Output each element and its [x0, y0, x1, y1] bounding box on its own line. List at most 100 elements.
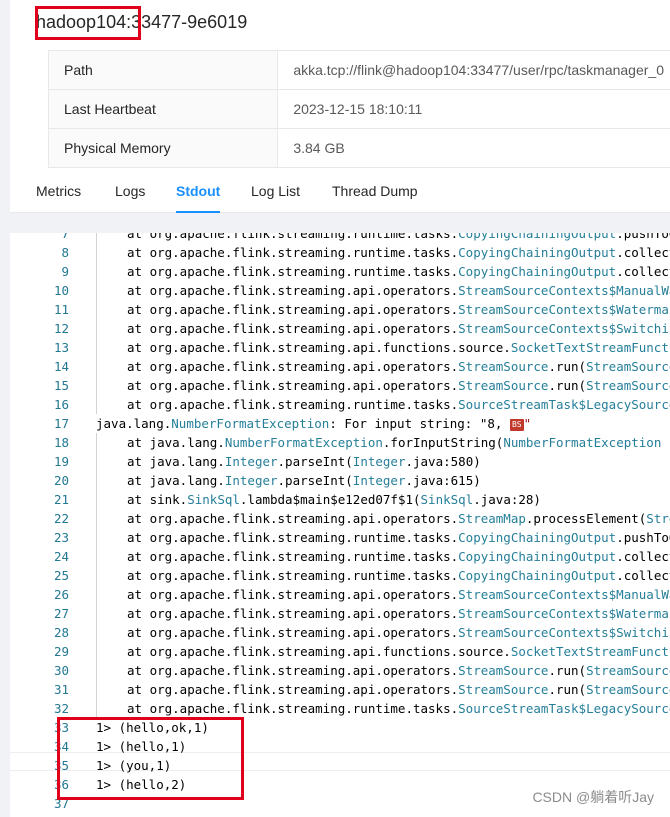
- line-text: at org.apache.flink.streaming.api.operat…: [96, 585, 670, 604]
- line-text: at org.apache.flink.streaming.runtime.ta…: [96, 233, 670, 243]
- code-token: at org.apache.flink.streaming.api.operat…: [127, 378, 459, 393]
- log-line: 11 at org.apache.flink.streaming.api.oper…: [10, 300, 670, 319]
- taskmanager-info-table: Path akka.tcp://flink@hadoop104:33477/us…: [47, 50, 670, 168]
- line-number: 12: [53, 321, 69, 336]
- code-token: SourceStreamTask$LegacySourceFunctionThr…: [458, 397, 670, 412]
- code-token: NumberFormatException: [224, 435, 383, 450]
- tab-stdout[interactable]: Stdout: [176, 170, 221, 213]
- code-token: at org.apache.flink.streaming.api.functi…: [127, 340, 511, 355]
- log-line: 10 at org.apache.flink.streaming.api.oper…: [10, 281, 670, 300]
- code-token: StreamSourceContexts$WatermarkContext: [458, 606, 670, 621]
- code-token: .run(: [548, 359, 587, 374]
- log-line: 15 at org.apache.flink.streaming.api.oper…: [10, 376, 670, 395]
- code-token: StreamSource: [586, 682, 670, 697]
- code-token: .parseInt(: [277, 473, 353, 488]
- code-token: StreamSource: [458, 682, 549, 697]
- log-line: 22 at org.apache.flink.streaming.api.oper…: [10, 509, 670, 528]
- line-number: 16: [53, 397, 69, 412]
- code-token: at org.apache.flink.streaming.runtime.ta…: [127, 245, 459, 260]
- line-number: 27: [53, 606, 69, 621]
- code-token: at org.apache.flink.streaming.api.functi…: [127, 644, 511, 659]
- tab-thread-dump[interactable]: Thread Dump: [332, 170, 418, 212]
- code-token: at org.apache.flink.streaming.api.operat…: [127, 283, 459, 298]
- line-text: at org.apache.flink.streaming.runtime.ta…: [96, 262, 670, 281]
- log-line: 16 at org.apache.flink.streaming.runtime.…: [10, 395, 670, 414]
- line-text: at org.apache.flink.streaming.api.functi…: [96, 642, 670, 661]
- log-line: 23 at org.apache.flink.streaming.runtime.…: [10, 528, 670, 547]
- code-token: SourceStreamTask$LegacySourceFunctionThr…: [458, 701, 670, 716]
- log-line: 7 at org.apache.flink.streaming.runtime.t…: [10, 233, 670, 243]
- code-token: .java:580): [405, 454, 481, 469]
- code-token: at org.apache.flink.streaming.runtime.ta…: [127, 233, 459, 241]
- line-number: 29: [53, 644, 69, 659]
- code-token: StreamSourceContexts$ManualWatermarkCont…: [458, 283, 670, 298]
- line-text: at org.apache.flink.streaming.runtime.ta…: [96, 243, 670, 262]
- code-token: SinkSql: [187, 492, 240, 507]
- code-token: at org.apache.flink.streaming.api.operat…: [127, 359, 459, 374]
- line-number: 19: [53, 454, 69, 469]
- code-token: .forInputString(: [382, 435, 504, 450]
- log-line: 24 at org.apache.flink.streaming.runtime.…: [10, 547, 670, 566]
- log-line: 14 at org.apache.flink.streaming.api.oper…: [10, 357, 670, 376]
- code-token: .java:615): [405, 473, 481, 488]
- log-line: 8 at org.apache.flink.streaming.runtime.t…: [10, 243, 670, 262]
- info-value: akka.tcp://flink@hadoop104:33477/user/rp…: [277, 50, 670, 90]
- tab-log-list[interactable]: Log List: [251, 170, 300, 212]
- line-text: at org.apache.flink.streaming.api.operat…: [96, 300, 670, 319]
- code-token: Integer: [352, 454, 406, 469]
- log-line: 30 at org.apache.flink.streaming.api.oper…: [10, 661, 670, 680]
- title-highlight-box: [35, 6, 141, 40]
- code-token: Integer: [352, 473, 406, 488]
- output-highlight-box: [57, 717, 244, 800]
- code-token: at org.apache.flink.streaming.api.operat…: [127, 663, 459, 678]
- line-text: at org.apache.flink.streaming.runtime.ta…: [96, 547, 670, 566]
- code-token: NumberFormatException: [171, 416, 330, 431]
- code-token: at org.apache.flink.streaming.runtime.ta…: [127, 264, 459, 279]
- line-text: at sink.SinkSql.lambda$main$e12ed07f$1(S…: [96, 490, 541, 509]
- code-token: StreamSourceContexts$SwitchingOnClose: [458, 321, 670, 336]
- code-token: at java.lang.: [127, 473, 225, 488]
- watermark: CSDN @躺着听Jay: [532, 789, 654, 805]
- line-text: at org.apache.flink.streaming.runtime.ta…: [96, 566, 670, 585]
- code-token: .processElement(: [525, 511, 647, 526]
- log-line: 12 at org.apache.flink.streaming.api.oper…: [10, 319, 670, 338]
- line-text: at org.apache.flink.streaming.api.operat…: [96, 623, 670, 642]
- info-row-last-heartbeat: Last Heartbeat 2023-12-15 18:10:11: [47, 89, 670, 129]
- line-text: at org.apache.flink.streaming.api.operat…: [96, 509, 670, 528]
- line-text: at org.apache.flink.streaming.runtime.ta…: [96, 395, 670, 414]
- line-text: at org.apache.flink.streaming.api.operat…: [96, 376, 670, 395]
- line-number: 24: [53, 549, 69, 564]
- line-number: 9: [61, 264, 69, 279]
- code-token: StreamSourceContexts$WatermarkContext: [458, 302, 670, 317]
- code-token: at org.apache.flink.streaming.runtime.ta…: [127, 530, 459, 545]
- code-token: at org.apache.flink.streaming.api.operat…: [127, 321, 459, 336]
- info-row-physical-memory: Physical Memory 3.84 GB: [47, 128, 670, 168]
- line-number: 23: [53, 530, 69, 545]
- code-token: StreamSource: [458, 359, 549, 374]
- tab-logs[interactable]: Logs: [115, 170, 145, 212]
- code-token: .java:28): [473, 492, 541, 507]
- line-number: 31: [53, 682, 69, 697]
- info-value: 3.84 GB: [277, 128, 670, 168]
- info-row-path: Path akka.tcp://flink@hadoop104:33477/us…: [47, 50, 670, 90]
- log-line: 20 at java.lang.Integer.parseInt(Integer.…: [10, 471, 670, 490]
- code-token: CopyingChainingOutput: [458, 264, 617, 279]
- code-token: StreamSource: [458, 663, 549, 678]
- log-line: 32 at org.apache.flink.streaming.runtime.…: [10, 699, 670, 718]
- code-token: .parseInt(: [277, 454, 353, 469]
- line-number: 15: [53, 378, 69, 393]
- tab-bar: Metrics Logs Stdout Log List Thread Dump: [10, 170, 670, 213]
- line-text: at org.apache.flink.streaming.api.operat…: [96, 661, 670, 680]
- info-key: Physical Memory: [47, 128, 279, 168]
- code-token: Integer: [224, 454, 278, 469]
- code-token: at org.apache.flink.streaming.api.operat…: [127, 625, 459, 640]
- code-token: at sink.: [127, 492, 188, 507]
- line-number: 13: [53, 340, 69, 355]
- line-text: at org.apache.flink.streaming.api.operat…: [96, 357, 670, 376]
- line-text: at java.lang.NumberFormatException.forIn…: [96, 433, 661, 452]
- code-token: .lambda$main$e12ed07f$1(: [239, 492, 421, 507]
- code-token: SocketTextStreamFunction: [510, 644, 670, 659]
- tab-metrics[interactable]: Metrics: [36, 170, 81, 212]
- code-token: at org.apache.flink.streaming.runtime.ta…: [127, 549, 459, 564]
- code-token: SinkSql: [420, 492, 474, 507]
